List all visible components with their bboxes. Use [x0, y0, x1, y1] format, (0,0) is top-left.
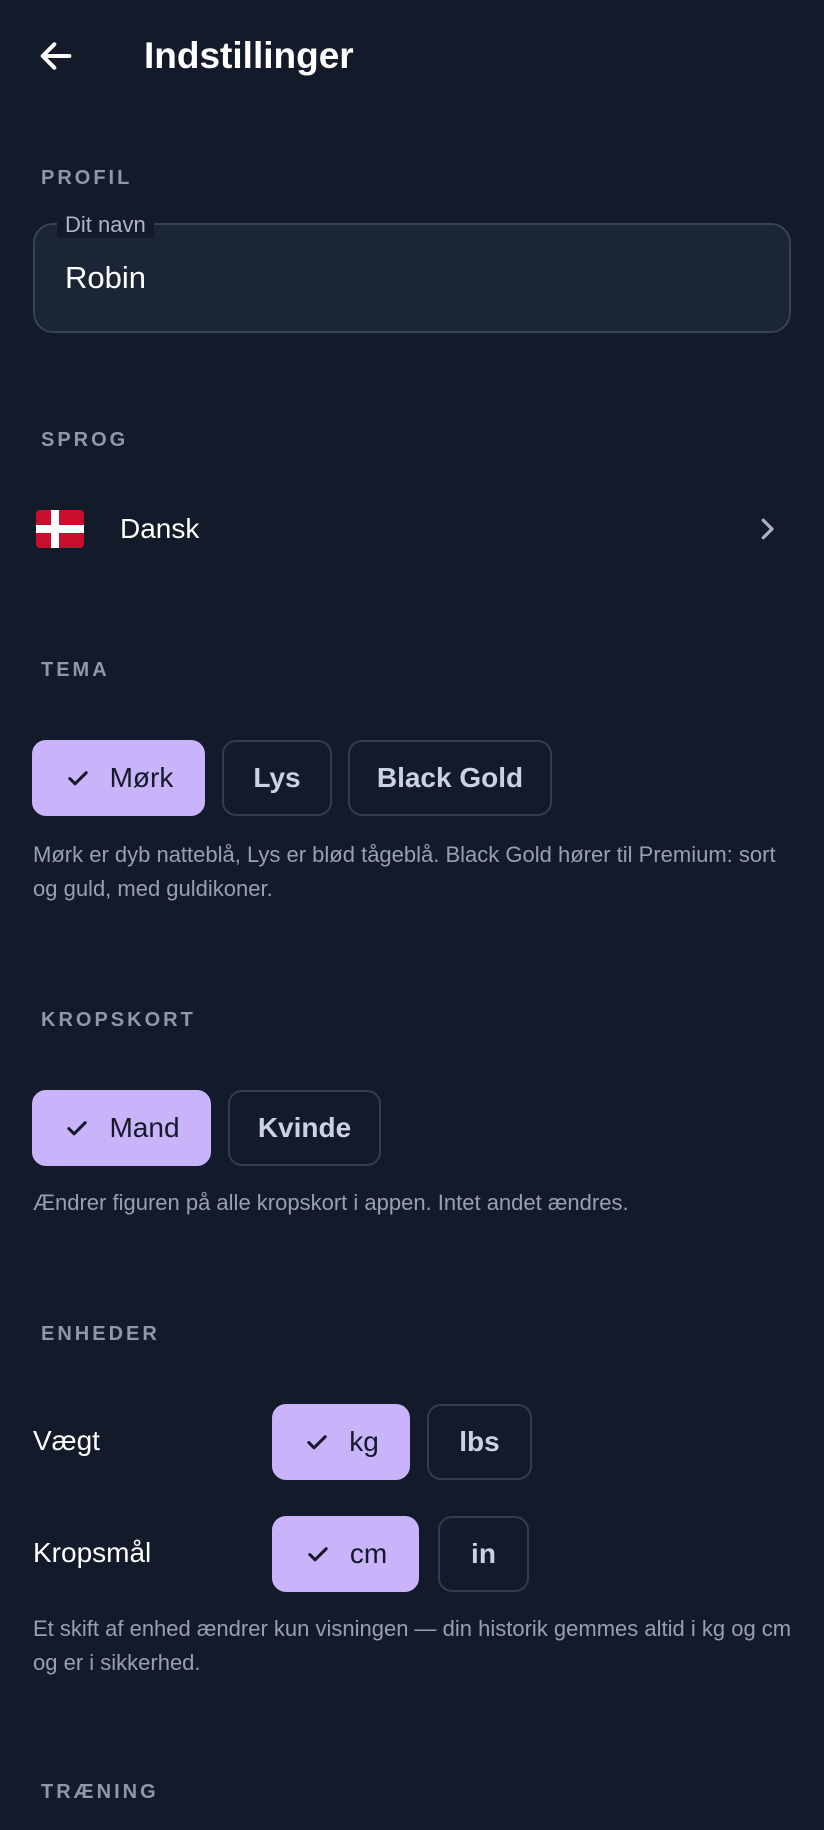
- denmark-flag-icon: [36, 510, 84, 548]
- settings-screen: Indstillinger PROFIL Dit navn SPROG Dans…: [0, 0, 824, 1830]
- weight-unit-label: Vægt: [33, 1425, 100, 1456]
- section-label-theme: TEMA: [41, 659, 110, 681]
- check-icon: [307, 1435, 327, 1450]
- measurement-unit-option-label: in: [471, 1538, 496, 1569]
- section-label-body-map: KROPSKORT: [41, 1009, 196, 1031]
- name-field[interactable]: Dit navn: [33, 212, 791, 333]
- language-selector-row[interactable]: Dansk: [0, 482, 824, 576]
- theme-option-label: Mørk: [109, 762, 174, 793]
- weight-unit-option-label: kg: [349, 1426, 379, 1457]
- arrow-left-icon: [40, 42, 72, 70]
- theme-option-label: Lys: [253, 762, 301, 793]
- section-label-profile: PROFIL: [41, 167, 133, 189]
- body-map-option-male[interactable]: Mand: [32, 1090, 211, 1166]
- section-label-training: TRÆNING: [41, 1781, 159, 1803]
- weight-unit-option-label: lbs: [459, 1426, 500, 1457]
- body-map-option-label: Kvinde: [257, 1112, 352, 1143]
- body-map-option-label: Mand: [109, 1112, 180, 1143]
- check-icon: [67, 771, 88, 786]
- weight-unit-kg[interactable]: kg: [272, 1404, 410, 1480]
- theme-option-light[interactable]: Lys: [222, 740, 332, 816]
- page-title: Indstillinger: [144, 35, 354, 76]
- name-input[interactable]: [65, 255, 755, 301]
- body-map-helper-text: Ændrer figuren på alle kropskort i appen…: [33, 1190, 629, 1215]
- top-app-bar: Indstillinger: [0, 0, 824, 112]
- section-label-language: SPROG: [41, 429, 129, 451]
- name-field-label: Dit navn: [57, 212, 154, 238]
- measurement-unit-cm[interactable]: cm: [272, 1516, 419, 1592]
- language-current-label: Dansk: [120, 513, 200, 544]
- theme-helper-text: Mørk er dyb natteblå, Lys er blød tågebl…: [33, 842, 776, 901]
- theme-option-black-gold[interactable]: Black Gold: [348, 740, 552, 816]
- measurement-unit-option-label: cm: [349, 1538, 388, 1569]
- measurement-unit-in[interactable]: in: [438, 1516, 529, 1592]
- theme-option-label: Black Gold: [376, 762, 524, 793]
- check-icon: [67, 1121, 88, 1136]
- section-label-units: ENHEDER: [41, 1323, 160, 1345]
- check-icon: [308, 1547, 328, 1562]
- chevron-right-icon: [761, 518, 774, 540]
- weight-unit-lbs[interactable]: lbs: [427, 1404, 532, 1480]
- measurement-unit-label: Kropsmål: [33, 1537, 152, 1568]
- back-button[interactable]: [26, 26, 86, 86]
- units-helper-text: Et skift af enhed ændrer kun visningen —…: [33, 1616, 792, 1675]
- theme-option-dark[interactable]: Mørk: [32, 740, 205, 816]
- body-map-option-female[interactable]: Kvinde: [228, 1090, 381, 1166]
